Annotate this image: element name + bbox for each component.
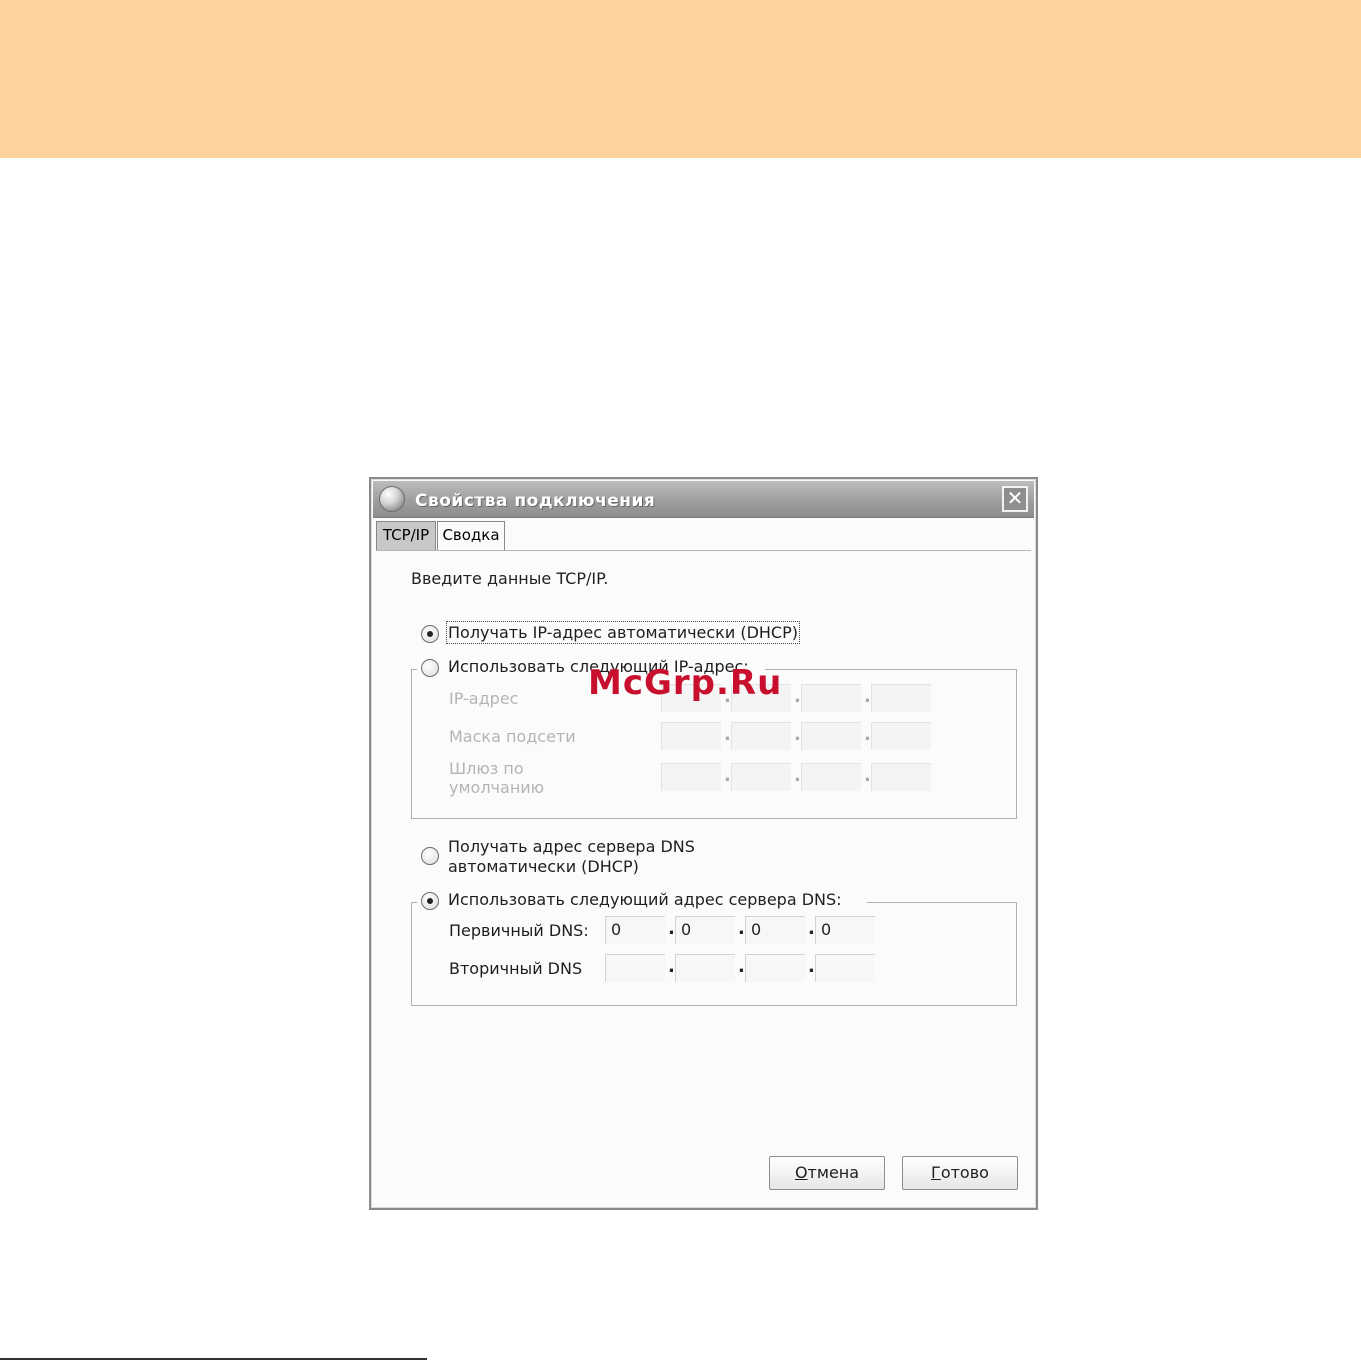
primary-dns-octet-3[interactable]: 0 [745,916,805,944]
secondary-dns-separator: . [668,956,675,977]
done-label: отово [940,1163,989,1182]
secondary-dns-octet-3[interactable] [745,954,805,982]
gateway-label-line2: умолчанию [449,778,545,797]
subnet-mask-octet-3[interactable] [801,722,861,750]
dns-auto-label-line1[interactable]: Получать адрес сервера DNS [448,837,695,856]
secondary-dns-octet-4[interactable] [815,954,875,982]
tab-divider [376,550,1031,551]
dns-manual-label[interactable]: Использовать следующий адрес сервера DNS… [448,890,842,909]
gateway-separator: . [724,765,731,786]
dns-manual-radio[interactable] [421,892,439,910]
gateway-separator: . [794,765,801,786]
primary-dns-octet-4[interactable]: 0 [815,916,875,944]
secondary-dns-separator: . [808,956,815,977]
ip-address-separator: . [794,686,801,707]
ip-auto-label[interactable]: Получать IP-адрес автоматически (DHCP) [446,621,800,644]
primary-dns-octet-2[interactable]: 0 [675,916,735,944]
subnet-mask-separator: . [864,724,871,745]
primary-dns-separator: . [808,918,815,939]
header-band [0,0,1361,158]
gateway-octet-3[interactable] [801,763,861,791]
close-button[interactable]: ✕ [1002,486,1028,512]
watermark-text: McGrp.Ru [588,663,783,703]
network-globe-icon [379,486,405,512]
ip-manual-radio[interactable] [421,659,439,677]
subnet-mask-label: Маска подсети [449,727,576,746]
secondary-dns-label: Вторичный DNS [449,959,583,978]
primary-dns-separator: . [738,918,745,939]
subnet-mask-octet-2[interactable] [731,722,791,750]
tab-tcpip[interactable]: TCP/IP [376,521,436,551]
gateway-separator: . [864,765,871,786]
primary-dns-separator: . [668,918,675,939]
ip-address-separator: . [864,686,871,707]
footer-rule [0,1358,427,1360]
ip-address-octet-4[interactable] [871,684,931,712]
secondary-dns-separator: . [738,956,745,977]
gateway-label-line1: Шлюз по [449,759,524,778]
subnet-mask-octet-4[interactable] [871,722,931,750]
subnet-mask-separator: . [794,724,801,745]
ip-address-label: IP-адрес [449,689,519,708]
cancel-label: тмена [807,1163,860,1182]
subnet-mask-octet-1[interactable] [661,722,721,750]
cancel-button[interactable]: Отмена [769,1156,885,1190]
instruction-text: Введите данные TCP/IP. [411,569,609,588]
gateway-octet-2[interactable] [731,763,791,791]
connection-properties-dialog: Свойства подключения ✕ TCP/IP Сводка Вве… [369,477,1038,1210]
secondary-dns-octet-1[interactable] [605,954,665,982]
cancel-mnemonic: О [794,1163,808,1182]
dialog-title: Свойства подключения [415,491,656,511]
dialog-titlebar[interactable]: Свойства подключения ✕ [373,481,1034,518]
dns-auto-label-line2[interactable]: автоматически (DHCP) [448,857,639,876]
tab-summary[interactable]: Сводка [437,521,505,551]
subnet-mask-separator: . [724,724,731,745]
gateway-octet-1[interactable] [661,763,721,791]
dns-auto-radio[interactable] [421,847,439,865]
primary-dns-label: Первичный DNS: [449,921,589,940]
secondary-dns-octet-2[interactable] [675,954,735,982]
ip-auto-radio[interactable] [421,625,439,643]
ip-address-octet-3[interactable] [801,684,861,712]
done-button[interactable]: Готово [902,1156,1018,1190]
done-mnemonic: Г [931,1163,941,1182]
primary-dns-octet-1[interactable]: 0 [605,916,665,944]
gateway-octet-4[interactable] [871,763,931,791]
